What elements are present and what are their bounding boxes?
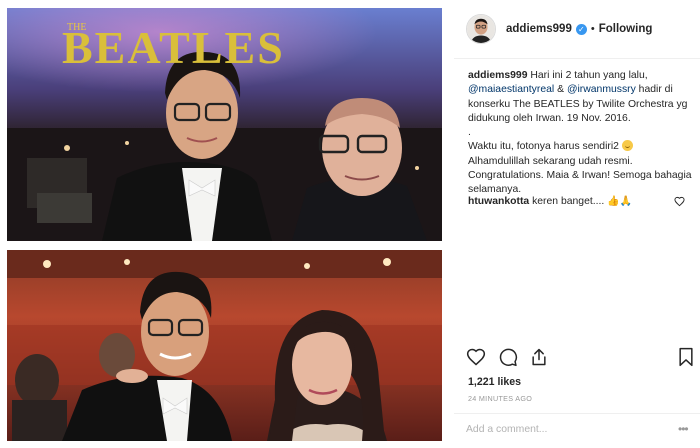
smile-emoji-icon <box>621 140 633 152</box>
post-sidebar: addiems999 ✓ • Following addiems999 Hari… <box>454 0 700 448</box>
add-comment-input[interactable] <box>466 419 656 439</box>
more-options-icon[interactable]: ••• <box>678 422 689 436</box>
bookmark-icon[interactable] <box>676 347 696 367</box>
post-actions <box>466 345 694 371</box>
avatar[interactable] <box>466 14 496 44</box>
caption-text-3: Waktu itu, fotonya harus sendiri2 <box>468 141 622 153</box>
header-separator: • <box>590 23 595 35</box>
banner-text: BEATLES <box>62 22 285 73</box>
comment-like-heart-icon[interactable] <box>674 196 685 207</box>
caption-amp: & <box>554 84 567 96</box>
comment-emojis: 👍🙏 <box>607 196 633 207</box>
caption-username[interactable]: addiems999 <box>468 70 528 81</box>
post-photo-bottom[interactable] <box>7 250 442 441</box>
divider <box>454 58 700 59</box>
concert-photo-bottom <box>7 250 442 441</box>
post-photo-top[interactable]: THE BEATLES <box>7 8 442 241</box>
post-header: addiems999 ✓ • Following <box>466 12 694 46</box>
comment-text: keren banget.... <box>529 196 608 207</box>
verified-badge-icon: ✓ <box>575 23 587 35</box>
caption-text-1: Hari ini 2 tahun yang lalu, <box>527 70 648 81</box>
divider <box>454 413 700 414</box>
post-timestamp: 24 MINUTES AGO <box>468 394 533 403</box>
share-icon[interactable] <box>529 347 549 367</box>
post-caption: addiems999 Hari ini 2 tahun yang lalu, @… <box>468 69 694 198</box>
caption-dot-line: . <box>468 127 471 139</box>
comment-item: htuwankotta keren banget.... 👍🙏 <box>468 195 678 208</box>
concert-photo-top: THE BEATLES <box>7 8 442 241</box>
comment-username[interactable]: htuwankotta <box>468 196 529 207</box>
likes-count[interactable]: 1,221 likes <box>468 376 521 388</box>
comment-icon[interactable] <box>498 347 518 367</box>
mention-irwanmussry[interactable]: @irwanmussry <box>567 84 636 95</box>
heart-icon[interactable] <box>466 347 486 367</box>
instagram-post: THE BEATLES addiems999 ✓ • Following add… <box>0 0 700 448</box>
mention-maiaestiantyreal[interactable]: @maiaestiantyreal <box>468 84 554 95</box>
following-button[interactable]: Following <box>599 23 653 35</box>
caption-text-4: Alhamdulillah sekarang udah resmi. Congr… <box>468 155 692 196</box>
header-username[interactable]: addiems999 <box>506 23 572 35</box>
avatar-image <box>467 15 495 43</box>
